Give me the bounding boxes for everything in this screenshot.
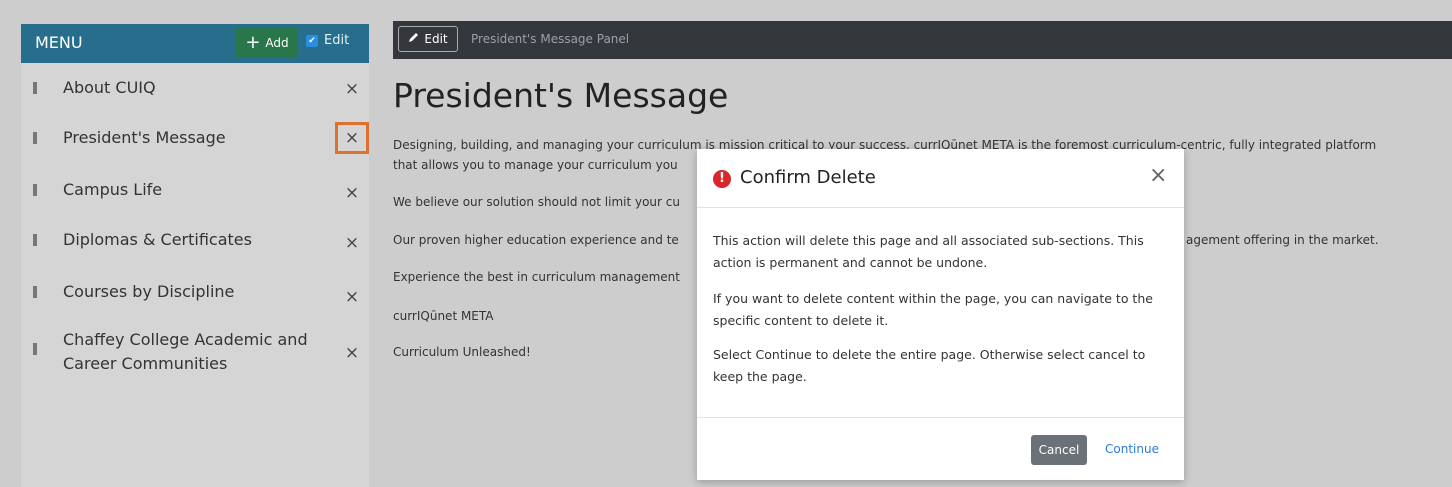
delete-icon[interactable]: × (338, 283, 366, 311)
drag-handle-icon[interactable] (33, 343, 37, 355)
drag-handle-icon[interactable] (33, 82, 37, 94)
checkmark-icon: ✔ (306, 34, 318, 47)
edit-panel-button[interactable]: Edit (398, 26, 458, 52)
paragraph: agement offering in the market. (1186, 233, 1379, 247)
menu-item-label-line2: Career Communities (63, 354, 228, 373)
dialog-message: This action will delete this page and al… (713, 233, 1144, 270)
delete-icon[interactable]: × (338, 179, 366, 207)
menu-item-label: About CUIQ (63, 78, 156, 97)
continue-button[interactable]: Continue (1105, 442, 1159, 456)
menu-title: MENU (35, 33, 83, 52)
dialog-header: ! Confirm Delete × (697, 149, 1184, 208)
menu-item-label: Diplomas & Certificates (63, 230, 252, 249)
dialog-message: If you want to delete content within the… (713, 291, 1153, 328)
menu-item-label: Campus Life (63, 180, 163, 199)
menu-item-diplomas-certificates[interactable]: Diplomas & Certificates × (21, 229, 369, 259)
panel-title: President's Message Panel (471, 32, 630, 46)
menu-item-label: Courses by Discipline (63, 282, 235, 301)
menu-item-presidents-message[interactable]: President's Message × (21, 122, 369, 157)
paragraph: Our proven higher education experience a… (393, 233, 679, 247)
dialog-footer: Cancel Continue (697, 417, 1184, 481)
dialog-message: Select Continue to delete the entire pag… (713, 347, 1146, 384)
close-icon[interactable]: × (1149, 163, 1167, 188)
warning-icon: ! (713, 170, 731, 188)
edit-checkbox-label: Edit (324, 33, 350, 48)
edit-panel-label: Edit (424, 32, 448, 46)
menu-item-label: President's Message (63, 128, 226, 147)
drag-handle-icon[interactable] (33, 184, 37, 196)
paragraph: Experience the best in curriculum manage… (393, 270, 680, 284)
paragraph: that allows you to manage your curriculu… (393, 158, 678, 172)
paragraph: currIQūnet META (393, 309, 494, 323)
plus-icon: + (245, 32, 261, 53)
add-button-label: Add (265, 36, 289, 50)
page-title: President's Message (393, 76, 729, 115)
drag-handle-icon[interactable] (33, 286, 37, 298)
edit-checkbox[interactable]: ✔ Edit (306, 33, 349, 48)
cancel-button[interactable]: Cancel (1031, 435, 1087, 465)
menu-item-about-cuiq[interactable]: About CUIQ × (21, 77, 369, 107)
editor-toolbar: Edit President's Message Panel (393, 21, 1452, 59)
drag-handle-icon[interactable] (33, 234, 37, 246)
pencil-icon (408, 32, 419, 46)
paragraph: Curriculum Unleashed! (393, 345, 531, 359)
add-button[interactable]: + Add (236, 28, 298, 58)
dialog-title: Confirm Delete (740, 167, 876, 188)
confirm-delete-dialog: ! Confirm Delete × This action will dele… (697, 149, 1184, 480)
menu-item-campus-life[interactable]: Campus Life × (21, 179, 369, 209)
menu-item-label-line1: Chaffey College Academic and (63, 330, 308, 349)
delete-icon[interactable]: × (335, 122, 369, 154)
paragraph: We believe our solution should not limit… (393, 195, 680, 209)
menu-item-chaffey-college-communities[interactable]: Chaffey College Academic and Career Comm… (21, 329, 369, 377)
menu-item-courses-by-discipline[interactable]: Courses by Discipline × (21, 281, 369, 311)
delete-icon[interactable]: × (338, 75, 366, 103)
menu-header: MENU + Add ✔ Edit (21, 24, 369, 63)
sidebar-menu: MENU + Add ✔ Edit About CUIQ × President… (21, 24, 369, 487)
delete-icon[interactable]: × (338, 339, 366, 367)
delete-icon[interactable]: × (338, 229, 366, 257)
drag-handle-icon[interactable] (33, 132, 37, 144)
